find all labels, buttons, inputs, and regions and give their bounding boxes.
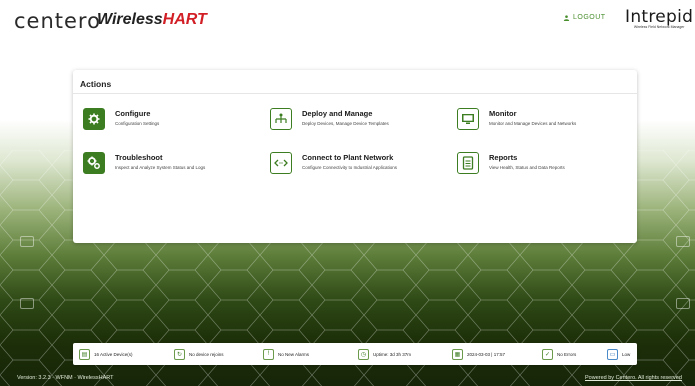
divider — [73, 93, 637, 94]
powered-by-link[interactable]: Powered by Centero. All rights reserved — [585, 375, 682, 381]
logout-label: LOGOUT — [573, 14, 606, 21]
status-level: ▭ Low — [607, 348, 630, 360]
status-active-devices[interactable]: ▤ 16 Active Device(s) — [79, 348, 133, 360]
edge-device-icon — [20, 236, 34, 247]
edge-device-icon — [676, 298, 690, 309]
deploy-and-manage-desc: Deploy Devices, Manage Device Templates — [302, 121, 389, 126]
user-icon — [563, 14, 570, 21]
version-text: Version: 3.2.3 · WFNM · WirelessHART — [17, 375, 114, 381]
battery-icon: ▭ — [607, 348, 618, 360]
connect-to-plant-network-desc: Configure Connectivity to Industrial App… — [302, 165, 398, 170]
configure-desc: Configuration Settings — [115, 121, 160, 126]
devices-icon: ▤ — [79, 348, 90, 360]
gears-icon — [83, 152, 105, 174]
configure-action[interactable]: Configure Configuration Settings — [83, 108, 263, 138]
wirelesshart-logo: WirelessHART — [97, 11, 207, 28]
configure-title: Configure — [115, 109, 151, 118]
status-uptime: ◷ Uptime: 3d 3h 37m — [358, 348, 411, 360]
header: centero WirelessHART LOGOUT Intrepid Wir… — [0, 0, 695, 50]
troubleshoot-action[interactable]: Troubleshoot Inspect and Analyze System … — [83, 152, 263, 182]
monitor-desc: Monitor and Manage Devices and Networks — [489, 121, 577, 126]
status-datetime: ▦ 2024-03-03 | 17:57 — [452, 348, 505, 360]
troubleshoot-title: Troubleshoot — [115, 153, 163, 162]
rejoin-icon: ↻ — [174, 348, 185, 360]
deploy-and-manage-action[interactable]: Deploy and Manage Deploy Devices, Manage… — [270, 108, 450, 138]
edge-device-icon — [676, 236, 690, 247]
connect-to-plant-network-title: Connect to Plant Network — [302, 153, 394, 162]
check-icon: ✓ — [542, 348, 553, 360]
network-tree-icon — [270, 108, 292, 130]
reports-action[interactable]: Reports View Health, Status and Data Rep… — [457, 152, 637, 182]
connect-to-plant-network-action[interactable]: Connect to Plant Network Configure Conne… — [270, 152, 450, 182]
alarm-icon: ! — [263, 348, 274, 360]
connect-arrows-icon — [270, 152, 292, 174]
status-bar: ▤ 16 Active Device(s) ↻ No device rejoin… — [73, 343, 637, 365]
monitor-title: Monitor — [489, 109, 517, 118]
status-device-rejoins[interactable]: ↻ No device rejoins — [174, 348, 224, 360]
centero-logo: centero — [14, 9, 101, 33]
edge-device-icon — [20, 298, 34, 309]
reports-title: Reports — [489, 153, 518, 162]
status-alarms[interactable]: ! No New Alarms — [263, 348, 309, 360]
status-errors[interactable]: ✓ No Errors — [542, 348, 576, 360]
intrepid-logo: Intrepid Wireless Field Network Manager — [625, 7, 694, 29]
actions-card: Actions Configure Configuration Settings — [73, 70, 637, 243]
clock-icon: ◷ — [358, 348, 369, 360]
reports-desc: View Health, Status and Data Reports — [489, 165, 565, 170]
monitor-action[interactable]: Monitor Monitor and Manage Devices and N… — [457, 108, 637, 138]
report-icon — [457, 152, 479, 174]
troubleshoot-desc: Inspect and Analyze System Status and Lo… — [115, 165, 206, 170]
deploy-and-manage-title: Deploy and Manage — [302, 109, 373, 118]
logout-button[interactable]: LOGOUT — [563, 14, 606, 21]
actions-title: Actions — [80, 79, 112, 89]
monitor-icon — [457, 108, 479, 130]
calendar-icon: ▦ — [452, 348, 463, 360]
gear-icon — [83, 108, 105, 130]
